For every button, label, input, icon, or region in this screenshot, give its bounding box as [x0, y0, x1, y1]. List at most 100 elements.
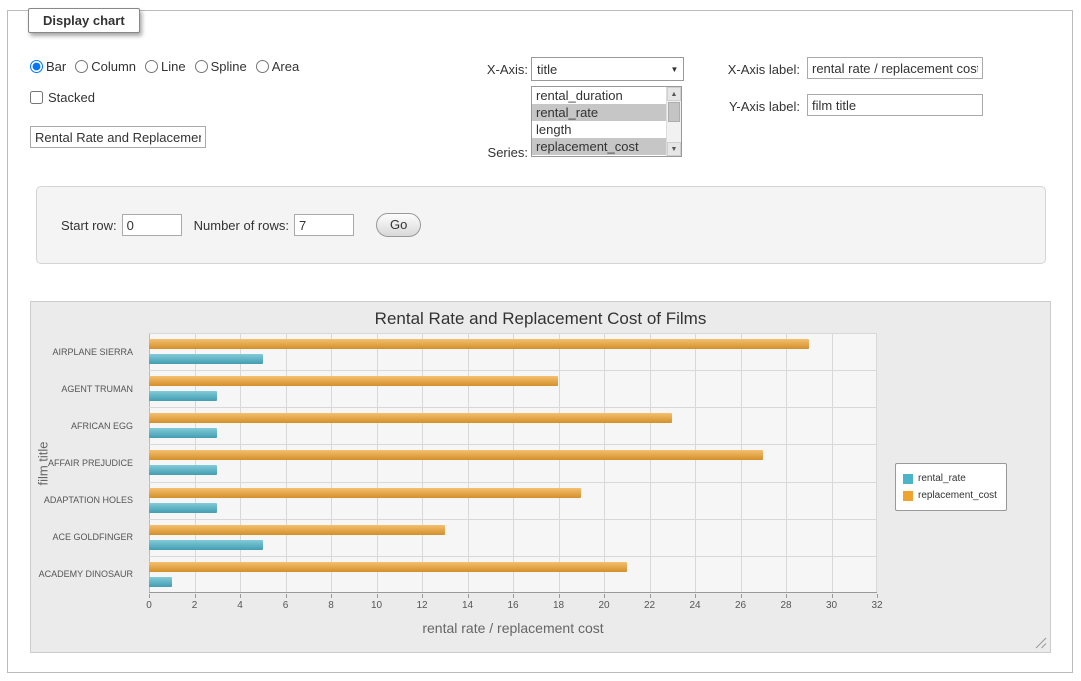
tick-mark — [195, 594, 196, 598]
gridline — [604, 333, 605, 592]
x-tick-label: 18 — [546, 600, 572, 611]
start-row-input[interactable] — [122, 214, 182, 236]
category-label: AFRICAN EGG — [31, 407, 141, 444]
category-label: ADAPTATION HOLES — [31, 482, 141, 519]
scrollbar[interactable]: ▲ ▼ — [666, 87, 681, 156]
bar-rental_rate[interactable] — [149, 428, 217, 438]
series-options: rental_durationrental_ratelengthreplacem… — [532, 87, 681, 155]
gridline — [149, 370, 877, 371]
tick-mark — [149, 594, 150, 598]
stacked-checkbox[interactable] — [30, 91, 43, 104]
start-row-label: Start row: — [61, 218, 117, 233]
gridline — [832, 333, 833, 592]
gridline — [650, 333, 651, 592]
tick-mark — [741, 594, 742, 598]
gridline — [377, 333, 378, 592]
series-option-length[interactable]: length — [532, 121, 681, 138]
chart-type-option-line[interactable]: Line — [145, 59, 186, 74]
series-option-replacement_cost[interactable]: replacement_cost — [532, 138, 681, 155]
gridline — [149, 444, 877, 445]
x-tick-label: 2 — [182, 600, 208, 611]
bar-replacement_cost[interactable] — [149, 413, 672, 423]
x-tick-label: 20 — [591, 600, 617, 611]
tick-mark — [650, 594, 651, 598]
x-axis-label-input[interactable] — [807, 57, 983, 79]
bar-replacement_cost[interactable] — [149, 562, 627, 572]
chart-type-option-area[interactable]: Area — [256, 59, 299, 74]
chart-type-radio-line[interactable] — [145, 60, 158, 73]
tick-mark — [695, 594, 696, 598]
gridline — [331, 333, 332, 592]
y-axis-label-label: Y-Axis label: — [648, 99, 800, 114]
bar-rental_rate[interactable] — [149, 577, 172, 587]
tick-mark — [559, 594, 560, 598]
chart-type-option-label: Column — [91, 59, 136, 74]
legend-swatch-replacement_cost — [903, 491, 913, 501]
rows-panel: Start row: Number of rows: Go — [36, 186, 1046, 264]
display-chart-tab: Display chart — [28, 8, 140, 33]
tick-mark — [331, 594, 332, 598]
category-label: AIRPLANE SIERRA — [31, 333, 141, 370]
bar-replacement_cost[interactable] — [149, 525, 445, 535]
x-axis-select-value: title — [532, 62, 666, 77]
chart-type-radio-area[interactable] — [256, 60, 269, 73]
gridline — [786, 333, 787, 592]
y-axis-label-input[interactable] — [807, 94, 983, 116]
tick-mark — [513, 594, 514, 598]
x-tick-label: 24 — [682, 600, 708, 611]
bar-replacement_cost[interactable] — [149, 488, 581, 498]
number-of-rows-label: Number of rows: — [194, 218, 289, 233]
x-tick-label: 26 — [728, 600, 754, 611]
gridline — [876, 333, 877, 592]
bar-rental_rate[interactable] — [149, 540, 263, 550]
legend-label-replacement_cost: replacement_cost — [918, 490, 997, 501]
chart-type-option-label: Bar — [46, 59, 66, 74]
category-label: AGENT TRUMAN — [31, 370, 141, 407]
bar-rental_rate[interactable] — [149, 391, 217, 401]
chart-type-radio-spline[interactable] — [195, 60, 208, 73]
legend-label-rental_rate: rental_rate — [918, 473, 966, 484]
series-label: Series: — [448, 145, 528, 160]
chart-container: Rental Rate and Replacement Cost of Film… — [30, 301, 1051, 653]
bar-rental_rate[interactable] — [149, 503, 217, 513]
bar-replacement_cost[interactable] — [149, 450, 763, 460]
gridline — [695, 333, 696, 592]
chart-title-input[interactable] — [30, 126, 206, 148]
x-tick-label: 4 — [227, 600, 253, 611]
scroll-down-icon[interactable]: ▼ — [667, 142, 681, 156]
bar-rental_rate[interactable] — [149, 354, 263, 364]
legend-item-replacement_cost[interactable]: replacement_cost — [903, 487, 997, 504]
gridline — [559, 333, 560, 592]
plot-area — [149, 333, 877, 593]
chart-type-option-column[interactable]: Column — [75, 59, 136, 74]
gridline — [468, 333, 469, 592]
tick-mark — [786, 594, 787, 598]
series-listbox[interactable]: rental_durationrental_ratelengthreplacem… — [531, 86, 682, 157]
x-tick-label: 12 — [409, 600, 435, 611]
bar-replacement_cost[interactable] — [149, 376, 558, 386]
gridline — [149, 519, 877, 520]
x-tick-label: 14 — [455, 600, 481, 611]
chart-type-radio-column[interactable] — [75, 60, 88, 73]
bar-rental_rate[interactable] — [149, 465, 217, 475]
chart-type-radio-bar[interactable] — [30, 60, 43, 73]
category-label: ACADEMY DINOSAUR — [31, 556, 141, 593]
stacked-checkbox-row[interactable]: Stacked — [30, 90, 95, 105]
x-tick-label: 22 — [637, 600, 663, 611]
resize-handle-icon[interactable] — [1035, 637, 1047, 649]
legend-item-rental_rate[interactable]: rental_rate — [903, 470, 997, 487]
x-axis-select-label: X-Axis: — [448, 62, 528, 77]
chart-title: Rental Rate and Replacement Cost of Film… — [31, 309, 1050, 329]
go-button[interactable]: Go — [376, 213, 421, 237]
gridline — [149, 556, 877, 557]
tick-mark — [877, 594, 878, 598]
chart-type-option-bar[interactable]: Bar — [30, 59, 66, 74]
number-of-rows-input[interactable] — [294, 214, 354, 236]
gridline — [149, 407, 877, 408]
chart-type-option-spline[interactable]: Spline — [195, 59, 247, 74]
display-chart-panel: Display chart Bar Column Line Spline Area St… — [7, 10, 1073, 673]
bar-replacement_cost[interactable] — [149, 339, 809, 349]
x-axis-title: rental rate / replacement cost — [149, 620, 877, 636]
x-axis-label-label: X-Axis label: — [648, 62, 800, 77]
gridline — [513, 333, 514, 592]
